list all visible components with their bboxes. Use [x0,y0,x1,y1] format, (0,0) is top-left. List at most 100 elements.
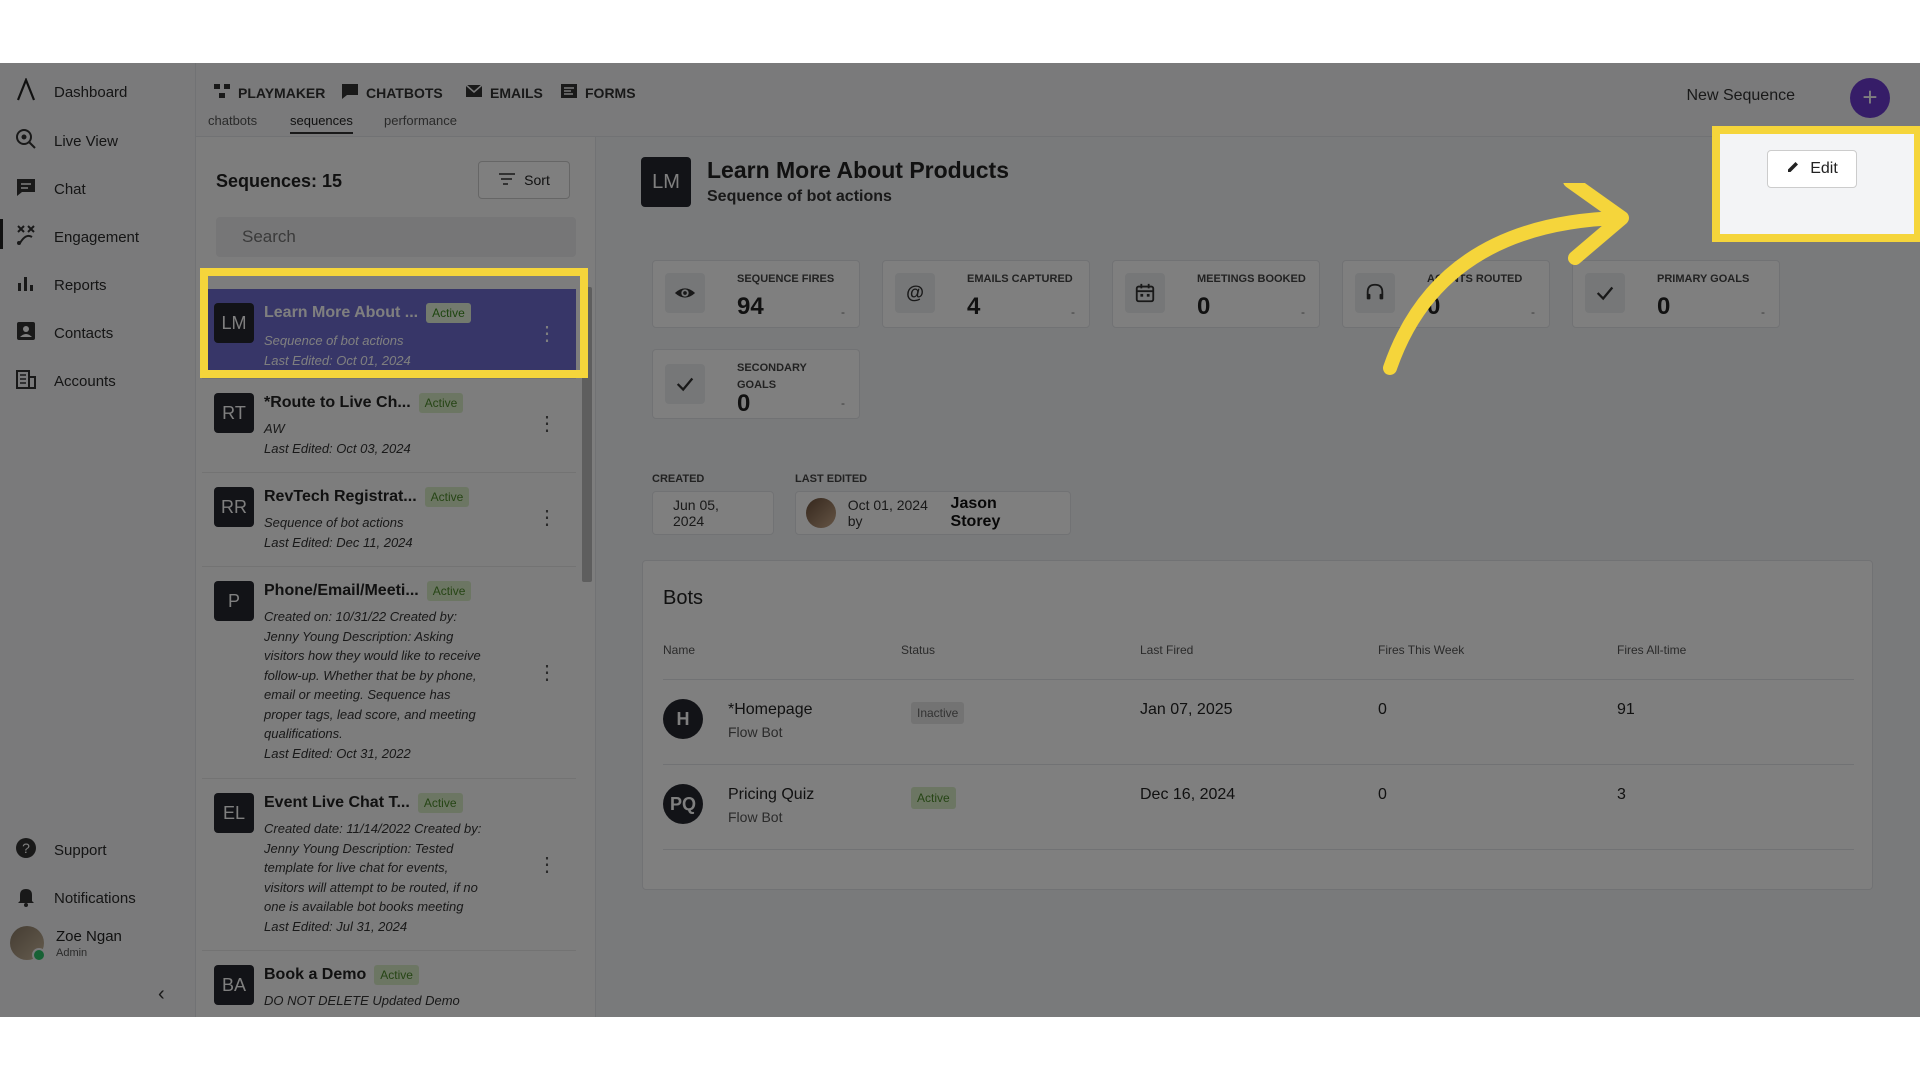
sort-label: Sort [524,172,550,188]
at-sign-icon: @ [895,273,935,313]
more-options-icon[interactable]: ⋮ [537,324,557,344]
description-line: qualifications. [264,726,343,741]
description-line: Created date: 11/14/2022 Created by: [264,821,482,836]
list-scrollbar[interactable] [582,287,592,582]
sidebar: Dashboard Live View Chat Engagement Repo… [0,63,196,1017]
stat-primary-goals: PRIMARY GOALS 0 - [1572,260,1780,328]
top-navigation: PLAYMAKER CHATBOTS EMAILS FORMS chatbots… [196,63,1920,137]
description-line: proper tags, lead score, and meeting [264,706,476,722]
stat-label: EMAILS CAPTURED [967,273,1073,285]
sequence-title: Learn More About ... Active [264,303,471,323]
search-input[interactable] [216,217,576,257]
sequence-avatar: RT [214,393,254,433]
sequence-description: Sequence of bot actions Last Edited: Dec… [264,513,520,552]
bot-type: Flow Bot [728,724,783,740]
sequence-title: Event Live Chat T... Active [264,793,463,813]
tab-emails[interactable]: EMAILS [464,81,543,104]
last-edited: Last Edited: Jul 31, 2024 [264,918,408,934]
edited-value: Oct 01, 2024 by [847,497,928,529]
sidebar-item-label: Accounts [54,372,116,390]
sequence-avatar: EL [214,793,254,833]
active-indicator [0,219,3,249]
svg-text:?: ? [22,840,30,856]
edit-button[interactable]: Edit [1767,150,1857,188]
sidebar-item-contacts[interactable]: Contacts [14,318,113,348]
sequence-item[interactable]: BA Book a Demo Active DO NOT DELETE Updat… [202,951,576,1017]
sequence-item[interactable]: RR RevTech Registrat... Active Sequence o… [202,473,576,567]
description-line: Created on: 10/31/22 Created by: [264,609,457,624]
sequence-item[interactable]: RT *Route to Live Ch... Active AW Last Ed… [202,379,576,473]
highlight-edit-area: Edit [1712,126,1920,242]
page-subtitle: Sequence of bot actions [707,188,892,205]
status-badge: Active [417,793,463,813]
tab-playmaker[interactable]: PLAYMAKER [212,81,325,104]
help-icon: ? [14,836,38,864]
sequence-title-text: Learn More About ... [264,304,419,322]
sequence-avatar: LM [214,303,254,343]
sequence-title: Book a Demo Active [264,965,419,985]
subtab-chatbots[interactable]: chatbots [208,113,257,132]
edited-info: Oct 01, 2024 by Jason Storey [795,491,1071,535]
stat-value: 0 [1197,293,1211,320]
stat-trend: - [841,305,845,319]
bots-card: Bots Name Status Last Fired Fires This W… [642,560,1873,890]
agent-icon [1355,273,1395,313]
last-edited: Last Edited: Oct 31, 2022 [264,745,411,761]
bot-avatar: H [663,699,703,739]
sequence-list-panel: Sequences: 15 Sort LM Learn More About .… [196,137,596,1017]
tab-forms[interactable]: FORMS [559,81,636,104]
bot-name[interactable]: *Homepage [728,701,813,719]
sequence-item[interactable]: P Phone/Email/Meeti... Active Created on:… [202,567,576,779]
contacts-icon [14,319,38,347]
sidebar-item-dashboard[interactable]: Dashboard [14,77,127,107]
sidebar-item-live-view[interactable]: Live View [14,126,118,156]
more-options-icon[interactable]: ⋮ [537,855,557,875]
more-options-icon[interactable]: ⋮ [537,508,557,528]
sequence-item[interactable]: LM Learn More About ... Active Sequence o… [202,289,576,379]
logo-icon [14,77,38,106]
sequence-avatar: BA [214,965,254,1005]
sidebar-item-accounts[interactable]: Accounts [14,366,116,396]
user-profile[interactable]: Zoe Ngan Admin [10,926,122,962]
stat-trend: - [841,396,845,410]
sidebar-item-engagement[interactable]: Engagement [14,222,139,252]
sequence-title-text: Book a Demo [264,966,367,984]
sidebar-item-label: Chat [54,180,86,198]
tab-label: CHATBOTS [366,84,443,101]
sidebar-item-notifications[interactable]: Notifications [14,883,136,913]
subtab-performance[interactable]: performance [384,113,457,132]
subtab-sequences[interactable]: sequences [290,113,353,134]
sequence-item[interactable]: EL Event Live Chat T... Active Created da… [202,779,576,951]
sort-button[interactable]: Sort [478,161,570,199]
bot-name[interactable]: Pricing Quiz [728,786,814,804]
stat-secondary-goals: SECONDARY GOALS 0 - [652,349,860,419]
bot-avatar: PQ [663,784,703,824]
more-options-icon[interactable]: ⋮ [537,663,557,683]
tab-label: EMAILS [490,84,543,101]
column-header: Last Fired [1140,643,1194,657]
stat-trend: - [1301,305,1305,319]
check-icon [665,364,705,404]
status-badge: Active [426,303,471,323]
created-label: CREATED [652,473,705,485]
description-line: Jenny Young Description: Tested [264,840,454,856]
tab-chatbots[interactable]: CHATBOTS [340,81,443,104]
more-options-icon[interactable]: ⋮ [537,414,557,434]
stat-meetings-booked: MEETINGS BOOKED 0 - [1112,260,1320,328]
playmaker-icon [212,81,232,104]
sidebar-item-reports[interactable]: Reports [14,270,107,300]
building-icon [14,367,38,395]
edited-label: LAST EDITED [795,473,868,485]
check-icon [1585,273,1625,313]
sidebar-item-support[interactable]: ? Support [14,835,107,865]
new-sequence-label[interactable]: New Sequence [1686,87,1795,105]
sidebar-item-chat[interactable]: Chat [14,174,86,204]
page-title: Learn More About Products [707,157,1009,183]
collapse-sidebar-icon[interactable]: ‹ [158,983,165,1006]
stat-value: 0 [1657,293,1671,320]
plus-icon: + [1862,82,1878,112]
app-window: Dashboard Live View Chat Engagement Repo… [0,63,1920,1017]
new-sequence-button[interactable]: + [1850,78,1890,118]
stat-trend: - [1761,305,1765,319]
last-edited: Last Edited: Oct 01, 2024 [264,352,411,368]
